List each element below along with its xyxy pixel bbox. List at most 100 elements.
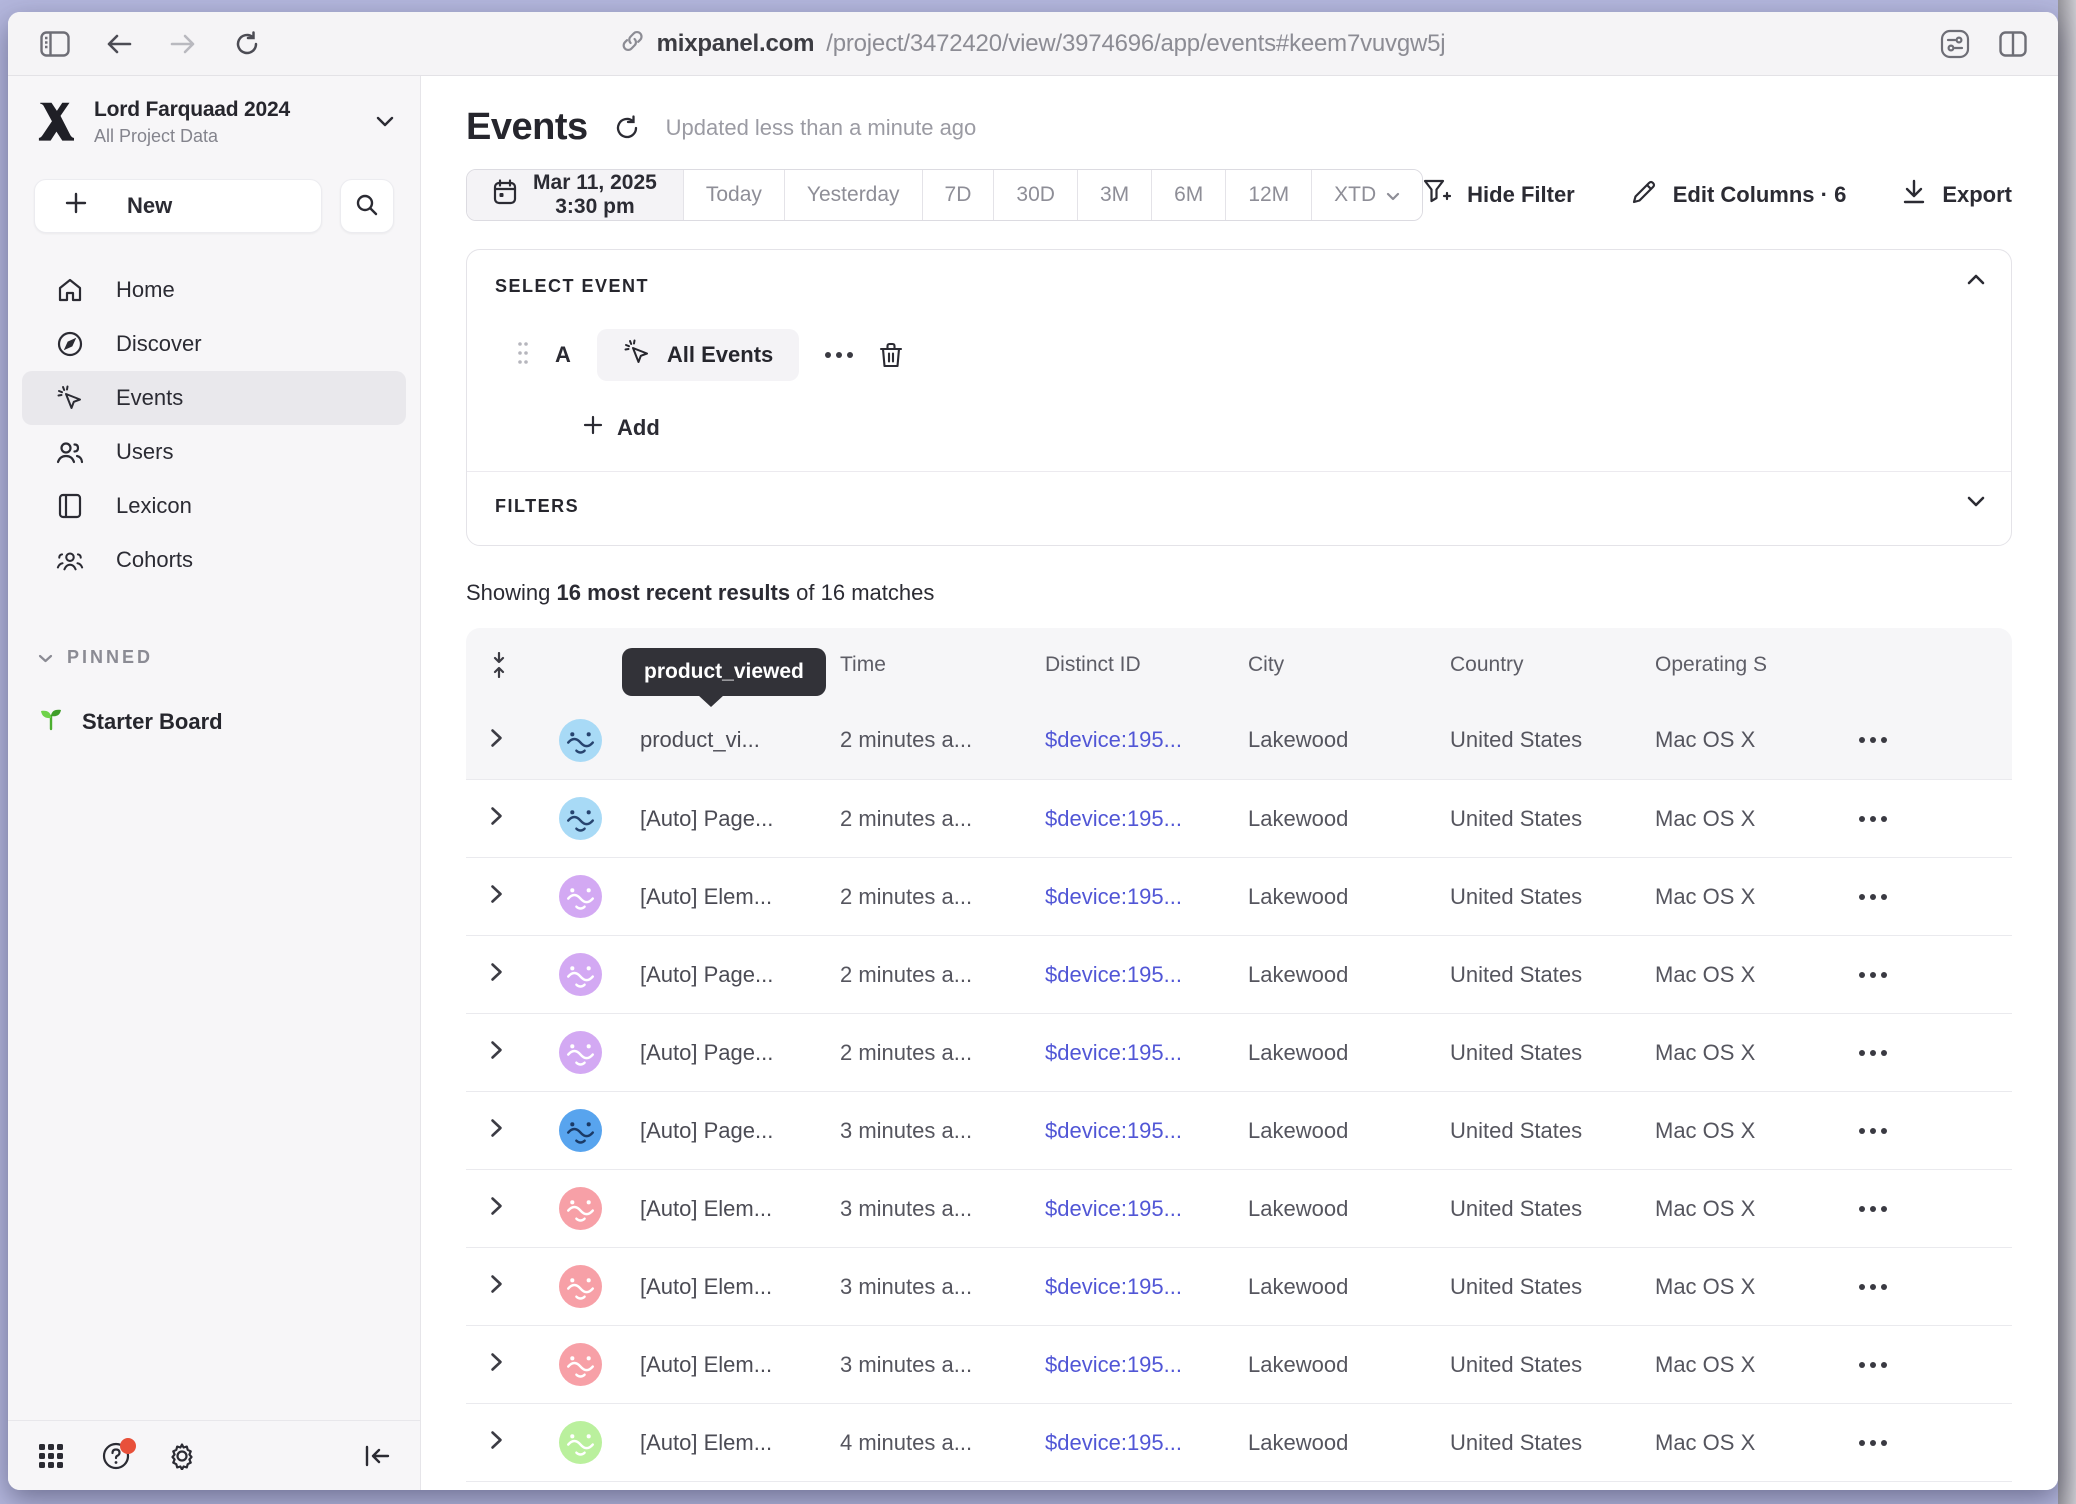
gear-icon[interactable] xyxy=(168,1442,196,1470)
distinct-id-link[interactable]: $device:195... xyxy=(1023,1040,1226,1066)
row-menu-icon[interactable] xyxy=(1859,737,1887,743)
distinct-id-link[interactable]: $device:195... xyxy=(1023,806,1226,832)
export-button[interactable]: Export xyxy=(1902,179,2012,211)
distinct-id-link[interactable]: $device:195... xyxy=(1023,884,1226,910)
back-icon[interactable] xyxy=(102,27,136,61)
table-row[interactable]: [Auto] Elem... 2 minutes a... $device:19… xyxy=(466,857,2012,935)
forward-icon[interactable] xyxy=(166,27,200,61)
hide-filter-button[interactable]: Hide Filter xyxy=(1423,179,1575,211)
add-event-button[interactable]: Add xyxy=(495,415,660,441)
help-icon[interactable] xyxy=(102,1442,130,1470)
project-switcher[interactable]: Lord Farquaad 2024 All Project Data xyxy=(8,98,420,147)
event-selector-pill[interactable]: All Events xyxy=(597,329,799,381)
column-header-distinct-id[interactable]: Distinct ID xyxy=(1023,653,1226,677)
event-name[interactable]: [Auto] Elem... xyxy=(618,1430,818,1456)
search-button[interactable] xyxy=(340,179,394,233)
sidebar-item-events[interactable]: Events xyxy=(22,371,406,425)
preset-7d[interactable]: 7D xyxy=(923,170,995,220)
trash-icon[interactable] xyxy=(879,342,903,368)
expand-row-icon[interactable] xyxy=(490,1118,503,1143)
row-menu-icon[interactable] xyxy=(1859,1050,1887,1056)
expand-row-icon[interactable] xyxy=(490,1040,503,1065)
distinct-id-link[interactable]: $device:195... xyxy=(1023,1118,1226,1144)
sidebar-toggle-icon[interactable] xyxy=(38,27,72,61)
expand-row-icon[interactable] xyxy=(490,962,503,987)
row-menu-icon[interactable] xyxy=(1859,972,1887,978)
table-row[interactable]: [Auto] Elem... 3 minutes a... $device:19… xyxy=(466,1325,2012,1403)
row-menu-icon[interactable] xyxy=(1859,1362,1887,1368)
event-name[interactable]: [Auto] Elem... xyxy=(618,1352,818,1378)
table-row[interactable]: [Auto] Elem... 3 minutes a... $device:19… xyxy=(466,1247,2012,1325)
new-button[interactable]: New xyxy=(34,179,322,233)
refresh-icon[interactable] xyxy=(614,115,640,141)
date-picker-button[interactable]: Mar 11, 2025 3:30 pm xyxy=(467,170,684,220)
sidebar-item-lexicon[interactable]: Lexicon xyxy=(22,479,406,533)
event-name[interactable]: [Auto] Elem... xyxy=(618,884,818,910)
preset-xtd[interactable]: XTD xyxy=(1312,170,1422,220)
collapse-section-icon[interactable] xyxy=(1967,274,1985,285)
column-header-country[interactable]: Country xyxy=(1428,653,1633,677)
preset-12m[interactable]: 12M xyxy=(1226,170,1312,220)
collapse-rows-icon[interactable] xyxy=(466,652,542,678)
column-header-time[interactable]: Time xyxy=(818,653,1023,677)
preset-30d[interactable]: 30D xyxy=(994,170,1078,220)
drag-handle-icon[interactable] xyxy=(517,340,529,371)
sidebar-item-cohorts[interactable]: Cohorts xyxy=(22,533,406,587)
sidebar-item-starter-board[interactable]: Starter Board xyxy=(8,706,420,738)
table-row[interactable]: [Auto] Page... 2 minutes a... $device:19… xyxy=(466,935,2012,1013)
event-name[interactable]: [Auto] Page... xyxy=(618,806,818,832)
distinct-id-link[interactable]: $device:195... xyxy=(1023,1430,1226,1456)
column-header-os[interactable]: Operating S xyxy=(1633,653,1853,677)
row-menu-icon[interactable] xyxy=(1859,816,1887,822)
expand-section-icon[interactable] xyxy=(1967,496,1985,507)
table-row[interactable]: [Auto] Page... 3 minutes a... $device:19… xyxy=(466,1091,2012,1169)
edit-columns-button[interactable]: Edit Columns · 6 xyxy=(1631,179,1847,211)
preset-6m[interactable]: 6M xyxy=(1152,170,1226,220)
table-row[interactable] xyxy=(466,1481,2012,1490)
row-menu-icon[interactable] xyxy=(1859,1284,1887,1290)
row-menu-icon[interactable] xyxy=(1859,1440,1887,1446)
filters-label: FILTERS xyxy=(495,496,1983,517)
expand-row-icon[interactable] xyxy=(490,1352,503,1377)
distinct-id-link[interactable]: $device:195... xyxy=(1023,962,1226,988)
reload-icon[interactable] xyxy=(230,27,264,61)
distinct-id-link[interactable]: $device:195... xyxy=(1023,1196,1226,1222)
url-bar[interactable]: mixpanel.com/project/3472420/view/397469… xyxy=(621,12,1446,76)
distinct-id-link[interactable]: $device:195... xyxy=(1023,1352,1226,1378)
preset-3m[interactable]: 3M xyxy=(1078,170,1152,220)
preset-yesterday[interactable]: Yesterday xyxy=(785,170,923,220)
event-name[interactable]: [Auto] Page... xyxy=(618,1040,818,1066)
row-menu-icon[interactable] xyxy=(1859,894,1887,900)
event-name[interactable]: [Auto] Elem... xyxy=(618,1196,818,1222)
event-name[interactable]: product_vi... xyxy=(618,727,818,753)
event-name[interactable]: [Auto] Page... xyxy=(618,1118,818,1144)
distinct-id-link[interactable]: $device:195... xyxy=(1023,1274,1226,1300)
page-settings-icon[interactable] xyxy=(1938,27,1972,61)
distinct-id-link[interactable]: $device:195... xyxy=(1023,727,1226,753)
split-view-icon[interactable] xyxy=(1996,27,2030,61)
column-header-city[interactable]: City xyxy=(1226,653,1428,677)
row-menu-icon[interactable] xyxy=(1859,1206,1887,1212)
expand-row-icon[interactable] xyxy=(490,884,503,909)
preset-today[interactable]: Today xyxy=(684,170,785,220)
pinned-section-header[interactable]: PINNED xyxy=(8,647,420,668)
row-menu-icon[interactable] xyxy=(1859,1128,1887,1134)
expand-row-icon[interactable] xyxy=(490,1274,503,1299)
table-row[interactable]: [Auto] Elem... 4 minutes a... $device:19… xyxy=(466,1403,2012,1481)
sidebar-item-home[interactable]: Home xyxy=(22,263,406,317)
sidebar-item-discover[interactable]: Discover xyxy=(22,317,406,371)
table-row[interactable]: [Auto] Page... 2 minutes a... $device:19… xyxy=(466,1013,2012,1091)
more-options-icon[interactable] xyxy=(825,352,853,358)
sidebar-item-users[interactable]: Users xyxy=(22,425,406,479)
expand-row-icon[interactable] xyxy=(490,1196,503,1221)
apps-grid-icon[interactable] xyxy=(38,1443,64,1469)
expand-row-icon[interactable] xyxy=(490,728,503,753)
event-name[interactable]: [Auto] Page... xyxy=(618,962,818,988)
collapse-sidebar-icon[interactable] xyxy=(364,1445,390,1467)
expand-row-icon[interactable] xyxy=(490,1430,503,1455)
table-row[interactable]: product_vi... 2 minutes a... $device:195… xyxy=(466,701,2012,779)
table-row[interactable]: [Auto] Elem... 3 minutes a... $device:19… xyxy=(466,1169,2012,1247)
expand-row-icon[interactable] xyxy=(490,806,503,831)
event-name[interactable]: [Auto] Elem... xyxy=(618,1274,818,1300)
table-row[interactable]: [Auto] Page... 2 minutes a... $device:19… xyxy=(466,779,2012,857)
